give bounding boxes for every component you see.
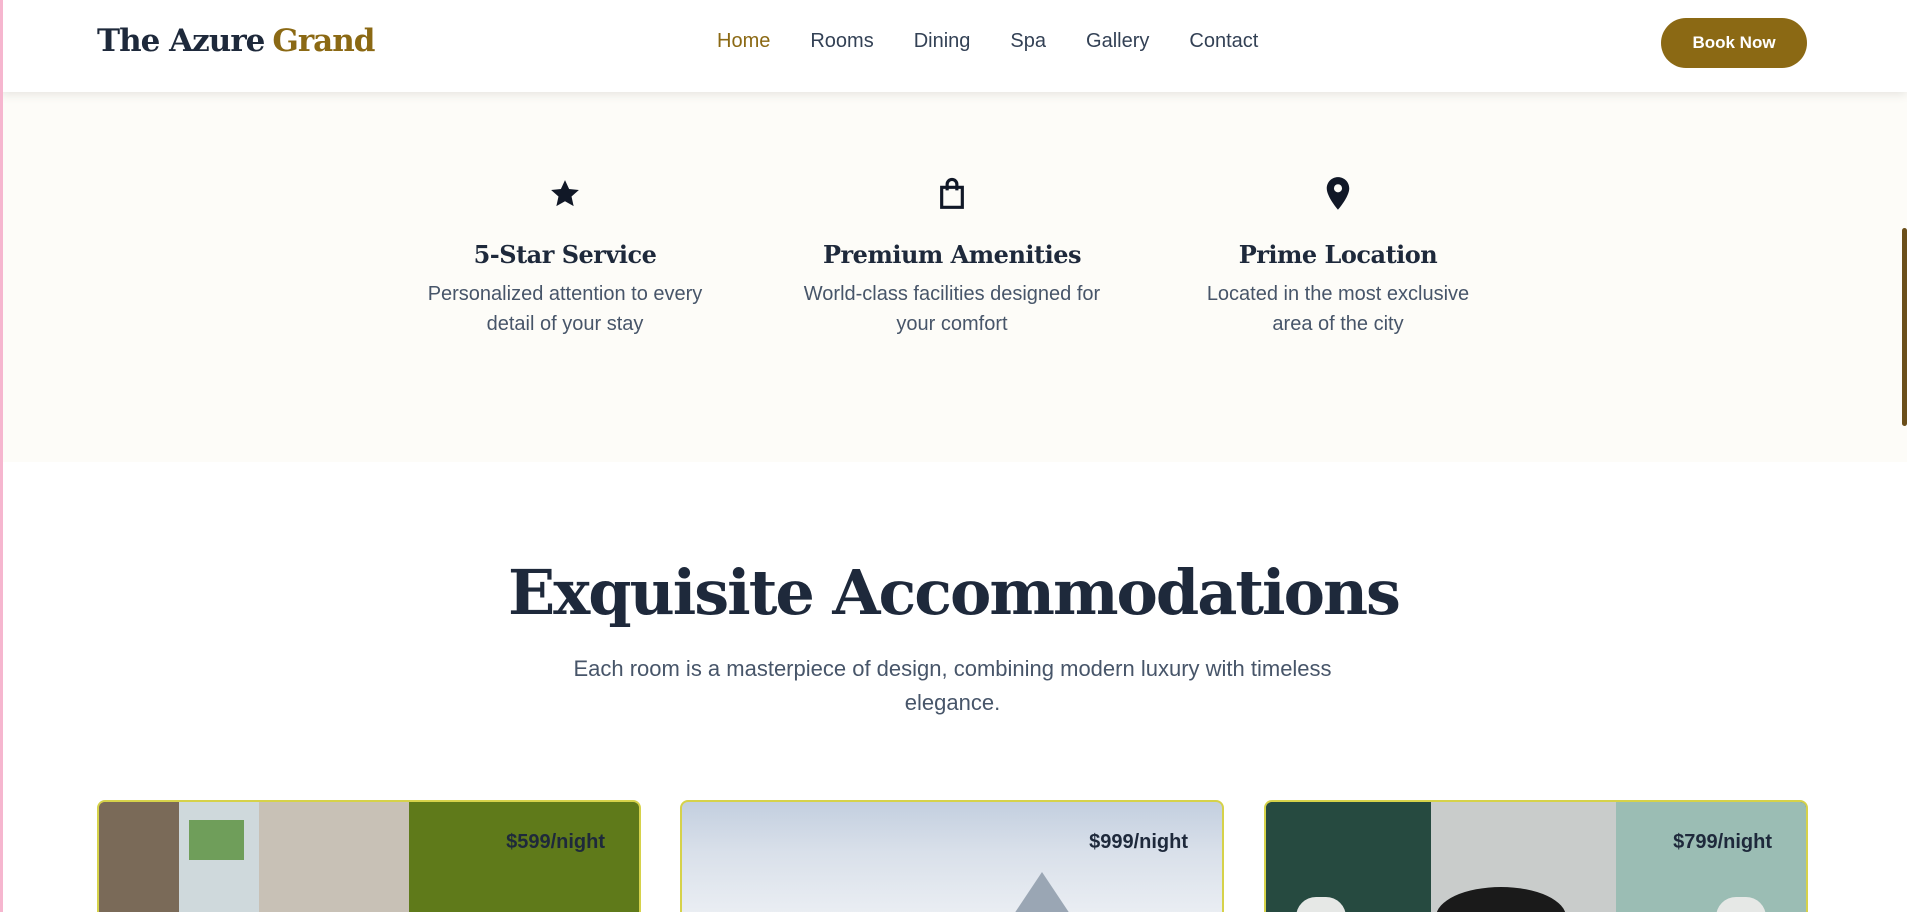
- room-image-3: [1266, 802, 1431, 912]
- nav-item-gallery[interactable]: Gallery: [1086, 30, 1149, 53]
- brand-logo[interactable]: The Azure Grand: [97, 23, 375, 59]
- nav-item-spa[interactable]: Spa: [1010, 30, 1046, 53]
- nav-item-contact[interactable]: Contact: [1189, 30, 1258, 53]
- book-now-button[interactable]: Book Now: [1661, 18, 1807, 68]
- room-card-1[interactable]: $599/night: [97, 800, 641, 912]
- feature-description: Personalized attention to every detail o…: [427, 283, 703, 335]
- main-nav: Home Rooms Dining Spa Gallery Contact: [717, 30, 1298, 53]
- nav-item-rooms[interactable]: Rooms: [810, 30, 873, 53]
- feature-card-location: Prime Location Located in the most exclu…: [1158, 174, 1518, 339]
- feature-title: 5-Star Service: [473, 240, 657, 269]
- room-image-1: [99, 802, 179, 912]
- room-image-panel: [1616, 802, 1806, 912]
- feature-card-amenities: Premium Amenities World-class facilities…: [772, 174, 1132, 339]
- room-image-drape: [409, 802, 639, 912]
- feature-title: Premium Amenities: [822, 240, 1082, 269]
- room-price: $599/night: [506, 831, 605, 853]
- star-icon: [385, 174, 745, 214]
- nav-item-dining[interactable]: Dining: [914, 30, 971, 53]
- page-left-edge: [0, 0, 3, 912]
- room-image-curtain: [259, 802, 409, 912]
- map-pin-icon: [1158, 174, 1518, 214]
- feature-description: Located in the most exclusive area of th…: [1206, 283, 1470, 335]
- nav-item-home[interactable]: Home: [717, 30, 770, 53]
- features-section: 5-Star Service Personalized attention to…: [0, 92, 1907, 462]
- shopping-bag-icon: [772, 174, 1132, 214]
- accommodations-title: Exquisite Accommodations: [508, 556, 1401, 629]
- feature-description: World-class facilities designed for your…: [803, 283, 1101, 335]
- room-card-2[interactable]: $999/night: [680, 800, 1224, 912]
- room-card-3[interactable]: $799/night: [1264, 800, 1808, 912]
- brand-name-primary: The Azure: [97, 23, 265, 59]
- feature-title: Prime Location: [1238, 240, 1438, 269]
- scrollbar-thumb[interactable]: [1902, 228, 1907, 426]
- room-price: $999/night: [1089, 831, 1188, 853]
- brand-name-accent: Grand: [272, 23, 375, 59]
- room-image-2: [1002, 872, 1082, 912]
- accommodations-subtitle: Each room is a masterpiece of design, co…: [573, 656, 1332, 715]
- room-price: $799/night: [1673, 831, 1772, 853]
- feature-card-service: 5-Star Service Personalized attention to…: [385, 174, 745, 339]
- room-image-greenery: [189, 820, 244, 860]
- site-header: The Azure Grand Home Rooms Dining Spa Gal…: [0, 0, 1907, 92]
